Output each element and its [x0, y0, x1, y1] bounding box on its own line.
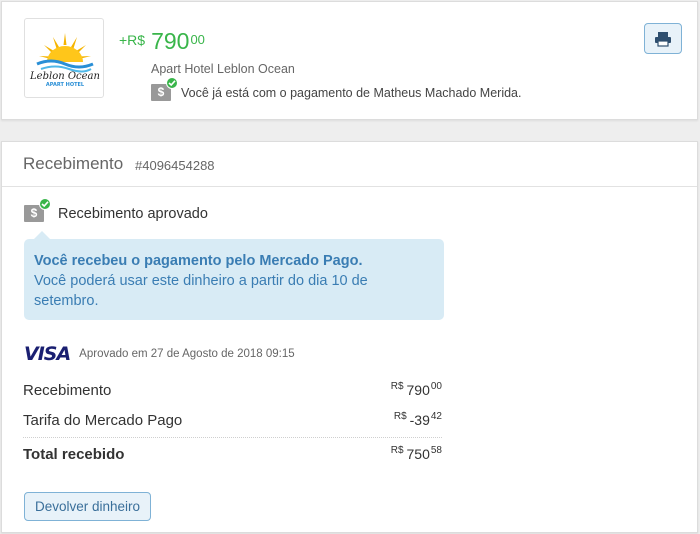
money-icon: $: [151, 77, 178, 101]
notice-text: Você já está com o pagamento de Matheus …: [181, 85, 522, 100]
status-text: Recebimento aprovado: [58, 205, 208, 222]
status-row: $ Recebimento aprovado: [24, 198, 208, 222]
payer-name: Apart Hotel Leblon Ocean: [151, 62, 295, 76]
payment-amount: +R$ 79000: [119, 28, 205, 55]
line-label: Recebimento: [23, 382, 112, 399]
line-item-recebimento: Recebimento R$ 79000: [23, 381, 442, 408]
info-text: Você poderá usar este dinheiro a partir …: [34, 273, 368, 309]
svg-text:Leblon Ocean: Leblon Ocean: [29, 71, 100, 82]
print-button[interactable]: [644, 23, 682, 54]
amount-integer: 790: [151, 28, 190, 54]
line-amount: R$ 79000: [390, 381, 442, 398]
check-icon: [166, 77, 178, 89]
visa-logo-icon: VISA: [24, 343, 71, 365]
page-title: Recebimento: [23, 154, 124, 173]
line-amount: R$ 75058: [390, 445, 442, 462]
line-item-total: Total recebido R$ 75058: [23, 445, 442, 472]
amount-cents: 00: [190, 32, 205, 47]
payment-summary-card: Leblon Ocean APART HOTEL +R$ 79000 Apart …: [1, 1, 698, 120]
receipt-id: #4096454288: [135, 158, 215, 173]
svg-text:APART HOTEL: APART HOTEL: [46, 82, 85, 88]
line-label: Total recebido: [23, 446, 125, 463]
hotel-logo: Leblon Ocean APART HOTEL: [24, 18, 104, 98]
amount-currency: +R$: [119, 32, 146, 48]
money-icon: $: [24, 198, 51, 222]
line-amount: R$ -3942: [393, 411, 442, 428]
print-icon: [655, 31, 671, 47]
line-label: Tarifa do Mercado Pago: [23, 412, 183, 429]
info-title: Você recebeu o pagamento pelo Mercado Pa…: [34, 253, 363, 269]
info-bubble: Você recebeu o pagamento pelo Mercado Pa…: [24, 231, 444, 320]
line-item-tarifa: Tarifa do Mercado Pago R$ -3942: [23, 411, 442, 438]
approval-date: Aprovado em 27 de Agosto de 2018 09:15: [79, 348, 295, 360]
payment-notice: $ Você já está com o pagamento de Matheu…: [151, 77, 522, 101]
receipt-header: Recebimento #4096454288: [2, 142, 697, 187]
payment-method-row: VISA Aprovado em 27 de Agosto de 2018 09…: [24, 343, 295, 365]
refund-button[interactable]: Devolver dinheiro: [24, 492, 152, 521]
receipt-card: Recebimento #4096454288 $ Recebimento ap…: [1, 141, 698, 533]
check-icon: [39, 198, 51, 210]
sun-wave-logo-icon: Leblon Ocean APART HOTEL: [29, 33, 100, 88]
